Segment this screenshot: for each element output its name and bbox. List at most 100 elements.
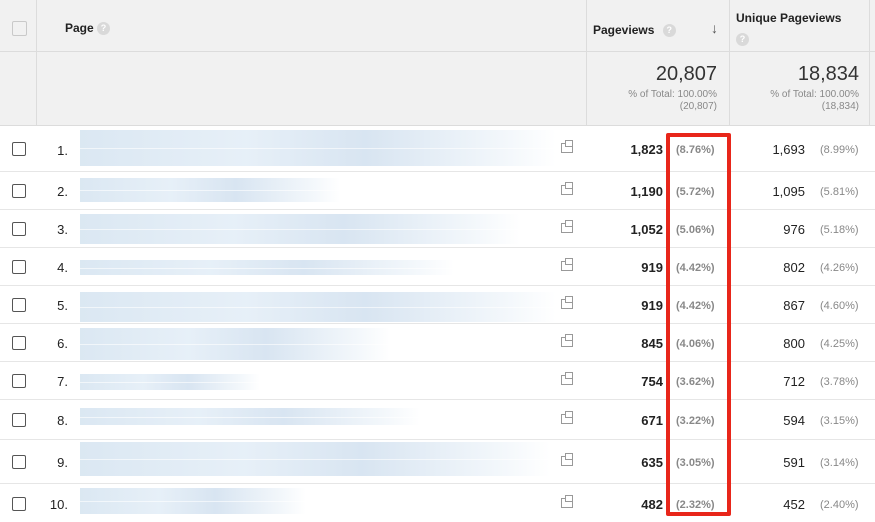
pageviews-percent: (3.62%) bbox=[676, 376, 715, 388]
row-checkbox[interactable] bbox=[12, 413, 26, 427]
row-index: 10. bbox=[49, 497, 68, 512]
open-external-icon[interactable] bbox=[561, 495, 573, 508]
unique-pageviews-percent: (2.40%) bbox=[820, 499, 859, 511]
pageviews-percent: (4.06%) bbox=[676, 338, 715, 350]
redacted-page-url[interactable] bbox=[80, 292, 556, 322]
row-index: 2. bbox=[57, 184, 68, 199]
redacted-page-url[interactable] bbox=[80, 488, 306, 514]
open-external-icon[interactable] bbox=[561, 296, 573, 309]
open-external-icon[interactable] bbox=[561, 220, 573, 233]
unique-pageviews-value: 976 bbox=[783, 222, 805, 237]
unique-pageviews-percent: (4.60%) bbox=[820, 300, 859, 312]
unique-pageviews-percent: (4.25%) bbox=[820, 338, 859, 350]
open-external-icon[interactable] bbox=[561, 334, 573, 347]
unique-pageviews-value: 867 bbox=[783, 298, 805, 313]
redacted-page-url[interactable] bbox=[80, 374, 260, 390]
unique-pageviews-value: 591 bbox=[783, 455, 805, 470]
row-index: 7. bbox=[57, 374, 68, 389]
unique-pageviews-value: 452 bbox=[783, 497, 805, 512]
row-checkbox[interactable] bbox=[12, 374, 26, 388]
unique-pageviews-percent: (3.14%) bbox=[820, 457, 859, 469]
redacted-page-url[interactable] bbox=[80, 442, 550, 476]
pageviews-total-abs: (20,807) bbox=[679, 101, 717, 112]
totals-row: 20,807 % of Total: 100.00% (20,807) 18,8… bbox=[0, 52, 875, 126]
open-external-icon[interactable] bbox=[561, 182, 573, 195]
pageviews-total: 20,807 bbox=[655, 63, 717, 85]
pageviews-value: 754 bbox=[641, 374, 663, 389]
unique-pageviews-percent: (4.26%) bbox=[820, 262, 859, 274]
row-checkbox[interactable] bbox=[12, 260, 26, 274]
pageviews-percent: (8.76%) bbox=[676, 144, 715, 156]
row-index: 1. bbox=[57, 143, 68, 158]
row-checkbox[interactable] bbox=[12, 222, 26, 236]
unique-pageviews-value: 800 bbox=[783, 336, 805, 351]
row-checkbox[interactable] bbox=[12, 455, 26, 469]
table-row: 4. 919 (4.42%) 802 (4.26%) bbox=[0, 248, 875, 286]
select-all-checkbox[interactable] bbox=[12, 21, 27, 36]
pageviews-total-pct: % of Total: 100.00% bbox=[628, 89, 717, 100]
table-row: 2. 1,190 (5.72%) 1,095 (5.81%) bbox=[0, 172, 875, 210]
pageviews-value: 482 bbox=[641, 497, 663, 512]
pageviews-column-header[interactable]: Pageviews ? bbox=[593, 23, 676, 38]
row-index: 4. bbox=[57, 260, 68, 275]
redacted-page-url[interactable] bbox=[80, 260, 454, 275]
page-column-header[interactable]: Page ? bbox=[65, 21, 111, 36]
row-checkbox[interactable] bbox=[12, 142, 26, 156]
pageviews-percent: (3.22%) bbox=[676, 415, 715, 427]
table-row: 3. 1,052 (5.06%) 976 (5.18%) bbox=[0, 210, 875, 248]
pageviews-value: 1,823 bbox=[630, 142, 663, 157]
unique-pageviews-value: 1,693 bbox=[772, 142, 805, 157]
unique-total-abs: (18,834) bbox=[821, 101, 859, 112]
row-index: 9. bbox=[57, 455, 68, 470]
unique-pageviews-column-header[interactable]: Unique Pageviews ? bbox=[736, 11, 841, 46]
unique-pageviews-value: 712 bbox=[783, 374, 805, 389]
table-row: 8. 671 (3.22%) 594 (3.15%) bbox=[0, 400, 875, 440]
unique-pageviews-percent: (5.81%) bbox=[820, 186, 859, 198]
pageviews-percent: (5.06%) bbox=[676, 224, 715, 236]
redacted-page-url[interactable] bbox=[80, 130, 556, 166]
open-external-icon[interactable] bbox=[561, 411, 573, 424]
table-row: 5. 919 (4.42%) 867 (4.60%) bbox=[0, 286, 875, 324]
row-checkbox[interactable] bbox=[12, 497, 26, 511]
pageviews-value: 671 bbox=[641, 413, 663, 428]
row-index: 3. bbox=[57, 222, 68, 237]
open-external-icon[interactable] bbox=[561, 372, 573, 385]
unique-total-pct: % of Total: 100.00% bbox=[770, 89, 859, 100]
redacted-page-url[interactable] bbox=[80, 214, 520, 244]
pageviews-value: 919 bbox=[641, 298, 663, 313]
table-header: Page ? Pageviews ? ↓ Unique Pageviews ? bbox=[0, 0, 875, 52]
help-icon[interactable]: ? bbox=[736, 33, 749, 46]
unique-pageviews-percent: (5.18%) bbox=[820, 224, 859, 236]
row-index: 6. bbox=[57, 336, 68, 351]
pageviews-percent: (2.32%) bbox=[676, 499, 715, 511]
unique-pageviews-value: 1,095 bbox=[772, 184, 805, 199]
help-icon[interactable]: ? bbox=[97, 22, 111, 36]
row-checkbox[interactable] bbox=[12, 184, 26, 198]
open-external-icon[interactable] bbox=[561, 258, 573, 271]
table-row: 6. 845 (4.06%) 800 (4.25%) bbox=[0, 324, 875, 362]
pageviews-value: 1,052 bbox=[630, 222, 663, 237]
table-row: 10. 482 (2.32%) 452 (2.40%) bbox=[0, 484, 875, 522]
row-index: 5. bbox=[57, 298, 68, 313]
pageviews-value: 635 bbox=[641, 455, 663, 470]
open-external-icon[interactable] bbox=[561, 453, 573, 466]
open-external-icon[interactable] bbox=[561, 140, 573, 153]
redacted-page-url[interactable] bbox=[80, 328, 390, 360]
unique-pageviews-total: 18,834 bbox=[797, 63, 859, 85]
table-row: 9. 635 (3.05%) 591 (3.14%) bbox=[0, 440, 875, 484]
redacted-page-url[interactable] bbox=[80, 178, 340, 202]
row-checkbox[interactable] bbox=[12, 336, 26, 350]
unique-pageviews-value: 594 bbox=[783, 413, 805, 428]
redacted-page-url[interactable] bbox=[80, 408, 420, 425]
pageviews-value: 919 bbox=[641, 260, 663, 275]
row-checkbox[interactable] bbox=[12, 298, 26, 312]
sort-descending-icon[interactable]: ↓ bbox=[711, 20, 718, 36]
unique-pageviews-value: 802 bbox=[783, 260, 805, 275]
row-index: 8. bbox=[57, 413, 68, 428]
unique-pageviews-percent: (3.15%) bbox=[820, 415, 859, 427]
pageviews-percent: (5.72%) bbox=[676, 186, 715, 198]
unique-pageviews-percent: (8.99%) bbox=[820, 144, 859, 156]
help-icon[interactable]: ? bbox=[662, 24, 676, 38]
pageviews-percent: (3.05%) bbox=[676, 457, 715, 469]
pageviews-percent: (4.42%) bbox=[676, 300, 715, 312]
